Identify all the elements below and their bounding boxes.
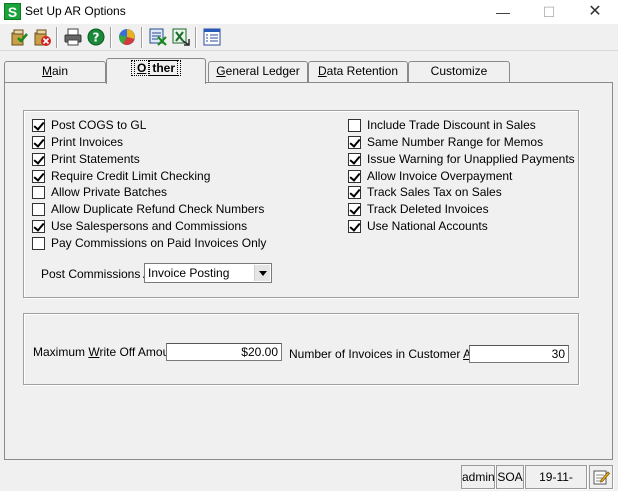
window-title: Set Up AR Options — [25, 4, 126, 18]
checkbox-box[interactable] — [32, 236, 45, 250]
tab-main[interactable]: Main — [4, 61, 106, 82]
tab-customize[interactable]: Customize — [408, 61, 510, 82]
checkbox-box[interactable] — [348, 202, 361, 216]
checkbox-label: Post COGS to GL — [51, 118, 147, 132]
minimize-button[interactable]: — — [480, 0, 526, 24]
checkbox-box[interactable] — [348, 152, 361, 166]
close-button[interactable]: ✕ — [572, 0, 618, 24]
checkbox-include-trade-discount-in-sales[interactable]: Include Trade Discount in Sales — [348, 117, 536, 133]
options-group: Post COGS to GL Print Invoices Print Sta… — [23, 110, 579, 298]
checkbox-track-deleted-invoices[interactable]: Track Deleted Invoices — [348, 201, 489, 217]
max-write-off-input[interactable]: $20.00 — [166, 343, 282, 361]
maximize-button[interactable]: ☐ — [526, 0, 572, 24]
checkbox-box[interactable] — [348, 185, 361, 199]
list-icon[interactable] — [202, 27, 222, 47]
tab-general-ledger[interactable]: General Ledger — [208, 61, 308, 82]
accept-icon[interactable] — [9, 27, 29, 47]
export-icon[interactable] — [171, 27, 191, 47]
checkbox-box[interactable] — [348, 169, 361, 183]
toolbar-separator — [110, 27, 112, 48]
checkbox-box[interactable] — [348, 219, 361, 233]
checkbox-box[interactable] — [348, 118, 361, 132]
customize-icon[interactable] — [148, 27, 168, 47]
tab-data-retention[interactable]: Data Retention — [308, 61, 408, 82]
checkbox-label: Use National Accounts — [367, 219, 488, 233]
checkbox-allow-invoice-overpayment[interactable]: Allow Invoice Overpayment — [348, 168, 512, 184]
checkbox-label: Track Deleted Invoices — [367, 202, 489, 216]
tab-panel-other: Post COGS to GL Print Invoices Print Sta… — [4, 82, 613, 460]
chevron-down-icon[interactable] — [254, 265, 270, 281]
amounts-group: Maximum Write Off Amount $20.00 Number o… — [23, 313, 579, 385]
status-company: SOA — [496, 465, 524, 489]
app-icon: S — [4, 3, 21, 20]
checkbox-track-sales-tax-on-sales[interactable]: Track Sales Tax on Sales — [348, 184, 502, 200]
checkbox-post-cogs-to-gl[interactable]: Post COGS to GL — [32, 117, 146, 133]
cancel-icon[interactable] — [32, 27, 52, 47]
checkbox-label: Allow Invoice Overpayment — [367, 169, 513, 183]
post-commissions-select[interactable]: Invoice Posting — [144, 263, 272, 283]
checkbox-label: Track Sales Tax on Sales — [367, 185, 502, 199]
checkbox-label: Require Credit Limit Checking — [51, 169, 211, 183]
checkbox-label: Same Number Range for Memos — [367, 135, 544, 149]
invoices-avg-input[interactable]: 30 — [469, 345, 569, 363]
checkbox-print-invoices[interactable]: Print Invoices — [32, 134, 123, 150]
checkbox-box[interactable] — [32, 152, 45, 166]
svg-text:?: ? — [93, 31, 100, 45]
max-write-off-label: Maximum Write Off Amount — [33, 345, 180, 359]
chart-icon[interactable] — [117, 27, 137, 47]
checkbox-label: Include Trade Discount in Sales — [367, 118, 536, 132]
checkbox-label: Issue Warning for Unapplied Payments — [367, 152, 575, 166]
help-icon[interactable]: ? — [86, 27, 106, 47]
toolbar-separator — [141, 27, 143, 48]
checkbox-label: Allow Private Batches — [51, 185, 168, 199]
checkbox-allow-private-batches[interactable]: Allow Private Batches — [32, 184, 167, 200]
toolbar: ? — [0, 24, 618, 51]
checkbox-pay-commissions-on-paid-invoices-only[interactable]: Pay Commissions on Paid Invoices Only — [32, 235, 266, 251]
checkbox-issue-warning-for-unapplied-payments[interactable]: Issue Warning for Unapplied Payments — [348, 151, 575, 167]
post-commissions-value: Invoice Posting — [148, 266, 230, 280]
print-icon[interactable] — [63, 27, 83, 47]
checkbox-box[interactable] — [32, 219, 45, 233]
checkbox-same-number-range-for-memos[interactable]: Same Number Range for Memos — [348, 134, 543, 150]
checkbox-box[interactable] — [32, 169, 45, 183]
checkbox-label: Pay Commissions on Paid Invoices Only — [51, 236, 267, 250]
checkbox-box[interactable] — [32, 135, 45, 149]
tab-other[interactable]: Other — [106, 58, 206, 84]
checkbox-box[interactable] — [32, 118, 45, 132]
title-bar: S Set Up AR Options — ☐ ✕ — [0, 0, 618, 24]
checkbox-box[interactable] — [348, 135, 361, 149]
notes-icon[interactable] — [589, 465, 613, 489]
toolbar-separator — [195, 27, 197, 48]
checkbox-print-statements[interactable]: Print Statements — [32, 151, 140, 167]
checkbox-require-credit-limit-checking[interactable]: Require Credit Limit Checking — [32, 168, 210, 184]
checkbox-label: Allow Duplicate Refund Check Numbers — [51, 202, 265, 216]
checkbox-box[interactable] — [32, 185, 45, 199]
checkbox-label: Use Salespersons and Commissions — [51, 219, 248, 233]
post-commissions-label: Post Commissions At — [41, 267, 155, 281]
status-date: 19-11-2021 — [525, 465, 587, 489]
checkbox-use-salespersons-and-commissions[interactable]: Use Salespersons and Commissions — [32, 218, 247, 234]
status-user: admin — [461, 465, 495, 489]
checkbox-box[interactable] — [32, 202, 45, 216]
checkbox-use-national-accounts[interactable]: Use National Accounts — [348, 218, 488, 234]
checkbox-label: Print Statements — [51, 152, 140, 166]
checkbox-label: Print Invoices — [51, 135, 124, 149]
invoices-avg-label: Number of Invoices in Customer Avg — [289, 347, 484, 361]
toolbar-separator — [56, 27, 58, 48]
checkbox-allow-duplicate-refund-check-numbers[interactable]: Allow Duplicate Refund Check Numbers — [32, 201, 264, 217]
